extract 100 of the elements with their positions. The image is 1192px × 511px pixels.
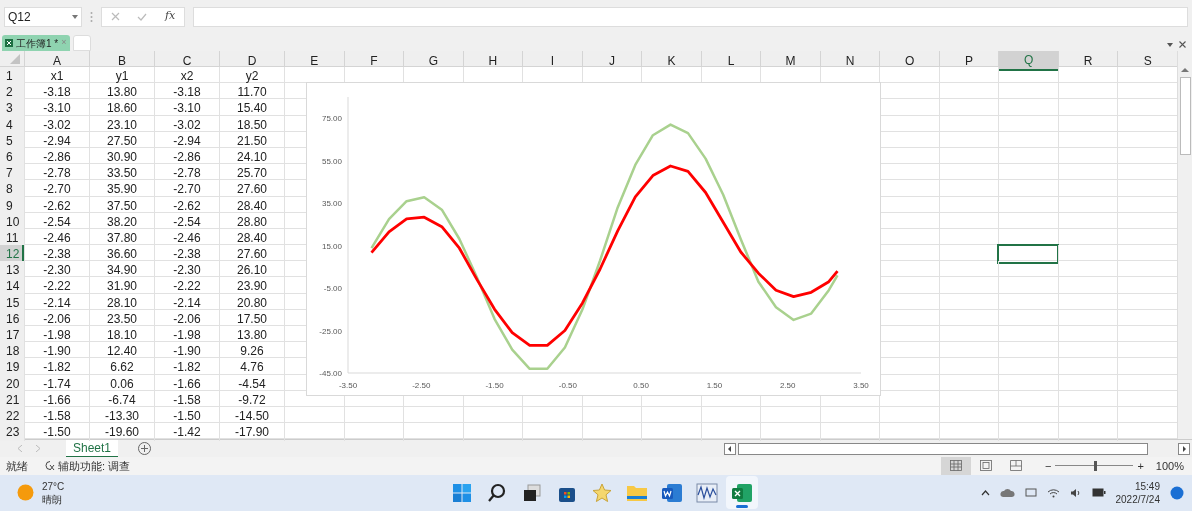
name-box[interactable]: Q12 bbox=[4, 6, 82, 27]
check-icon[interactable] bbox=[137, 12, 148, 21]
y-tick-label: 15.00 bbox=[321, 241, 342, 251]
table-cell: -1.98 bbox=[173, 329, 201, 341]
horizontal-scrollbar-thumb[interactable] bbox=[738, 442, 1148, 455]
battery-icon[interactable] bbox=[1091, 488, 1106, 498]
table-cell: -2.86 bbox=[173, 150, 201, 163]
x-tick-label: -0.50 bbox=[558, 381, 577, 390]
sheet-tab[interactable]: Sheet1 bbox=[66, 439, 119, 458]
zoom-level[interactable]: 100% bbox=[1155, 457, 1184, 475]
task-view-icon bbox=[522, 482, 542, 503]
column-header[interactable]: D bbox=[219, 51, 284, 71]
screen-icon[interactable] bbox=[1024, 488, 1037, 498]
column-header[interactable]: N bbox=[819, 51, 880, 71]
y-tick-label: -25.00 bbox=[319, 326, 342, 336]
table-cell: -1.66 bbox=[43, 393, 71, 406]
table-cell: -19.60 bbox=[105, 426, 139, 439]
table-cell: -1.82 bbox=[43, 361, 71, 374]
y-tick-label: -5.00 bbox=[323, 284, 342, 294]
table-cell: -2.62 bbox=[173, 199, 201, 212]
column-header[interactable]: G bbox=[403, 51, 463, 71]
x-tick-label: -1.50 bbox=[485, 381, 504, 390]
zoom-in-button[interactable]: + bbox=[1137, 457, 1144, 475]
view-button[interactable] bbox=[941, 457, 971, 475]
temperature: 27°C bbox=[42, 479, 65, 493]
wifi-icon[interactable] bbox=[1046, 487, 1060, 498]
table-cell: -1.74 bbox=[43, 377, 71, 390]
row-header[interactable]: 19 bbox=[0, 358, 24, 377]
column-header[interactable]: K bbox=[641, 51, 701, 71]
table-cell: -2.70 bbox=[43, 183, 71, 196]
selected-cell[interactable] bbox=[998, 245, 1058, 264]
table-cell: -2.62 bbox=[43, 199, 71, 212]
table-cell: -1.98 bbox=[43, 329, 71, 341]
insert-function-button[interactable]: fx bbox=[164, 8, 176, 25]
row-header[interactable]: 23 bbox=[0, 423, 24, 442]
column-header[interactable]: I bbox=[522, 51, 582, 71]
scrollbar-thumb[interactable] bbox=[1179, 77, 1191, 155]
column-header[interactable]: E bbox=[284, 51, 344, 71]
close-icon[interactable] bbox=[1179, 41, 1186, 48]
table-cell: 18.50 bbox=[237, 118, 267, 131]
column-header[interactable]: L bbox=[700, 51, 761, 71]
table-cell: -3.02 bbox=[173, 118, 201, 131]
table-cell: -1.58 bbox=[173, 393, 201, 406]
table-cell: -13.30 bbox=[105, 409, 139, 422]
table-cell: -3.10 bbox=[173, 102, 201, 115]
speaker-icon[interactable] bbox=[1069, 487, 1082, 498]
column-header[interactable]: B bbox=[89, 51, 154, 71]
table-cell: 27.60 bbox=[237, 183, 267, 196]
row-header[interactable]: 14 bbox=[0, 277, 24, 296]
zoom-out-button[interactable]: − bbox=[1045, 457, 1052, 475]
row-header[interactable]: 3 bbox=[0, 99, 24, 118]
column-header[interactable]: J bbox=[581, 51, 642, 71]
column-header[interactable]: O bbox=[879, 51, 939, 71]
table-cell: -1.66 bbox=[173, 377, 201, 390]
row-header[interactable]: 8 bbox=[0, 180, 24, 199]
table-cell: 28.10 bbox=[107, 296, 137, 309]
scroll-right-icon[interactable] bbox=[1178, 442, 1190, 455]
drag-handle-icon bbox=[90, 10, 93, 23]
excel-icon bbox=[731, 482, 753, 503]
table-cell: -2.94 bbox=[43, 134, 71, 147]
column-header[interactable]: C bbox=[154, 51, 219, 71]
zoom-thumb[interactable] bbox=[1094, 460, 1098, 471]
clock-date[interactable]: 2022/7/24 bbox=[1115, 492, 1160, 506]
accessibility-status[interactable]: 辅助功能: 调查 bbox=[58, 457, 131, 475]
table-cell: -2.38 bbox=[43, 248, 71, 261]
column-header[interactable]: S bbox=[1117, 51, 1177, 71]
scroll-up-icon[interactable] bbox=[1181, 67, 1189, 73]
chevron-up-icon[interactable] bbox=[980, 489, 990, 496]
column-header[interactable]: Q bbox=[998, 51, 1058, 71]
notification-icon[interactable] bbox=[1170, 485, 1184, 500]
table-cell: 15.40 bbox=[237, 102, 267, 115]
table-cell: -2.30 bbox=[173, 264, 201, 277]
y-tick-label: 55.00 bbox=[321, 156, 342, 166]
table-cell: -2.46 bbox=[173, 231, 201, 244]
column-header[interactable]: R bbox=[1057, 51, 1118, 71]
workbook-tab[interactable]: 工作簿1 * × bbox=[2, 35, 70, 51]
accessibility-icon[interactable] bbox=[44, 460, 55, 472]
scroll-left-icon[interactable] bbox=[724, 442, 736, 455]
grid-icon bbox=[950, 460, 962, 472]
table-cell: -2.78 bbox=[173, 167, 201, 180]
table-cell: y2 bbox=[245, 70, 259, 82]
vertical-scrollbar[interactable] bbox=[1177, 51, 1192, 439]
table-cell: -2.70 bbox=[173, 183, 201, 196]
column-header[interactable]: H bbox=[462, 51, 523, 71]
table-cell: -4.54 bbox=[238, 377, 266, 390]
table-cell: y1 bbox=[115, 70, 129, 82]
table-cell: -2.06 bbox=[173, 312, 201, 325]
zoom-slider[interactable] bbox=[1055, 460, 1134, 471]
clock-time[interactable]: 15:49 bbox=[1134, 479, 1160, 493]
table-cell: 34.90 bbox=[107, 264, 137, 277]
cloud-icon[interactable] bbox=[999, 487, 1015, 498]
weather-condition: 晴朗 bbox=[42, 492, 63, 506]
excel-icon bbox=[5, 39, 13, 47]
column-header[interactable]: F bbox=[343, 51, 404, 71]
table-cell: 17.50 bbox=[237, 312, 267, 325]
formula-input[interactable] bbox=[193, 6, 1188, 27]
column-header[interactable]: M bbox=[760, 51, 820, 71]
table-cell: -2.86 bbox=[43, 150, 71, 163]
dropdown-icon[interactable] bbox=[1167, 42, 1173, 47]
add-sheet-icon[interactable] bbox=[138, 442, 152, 455]
